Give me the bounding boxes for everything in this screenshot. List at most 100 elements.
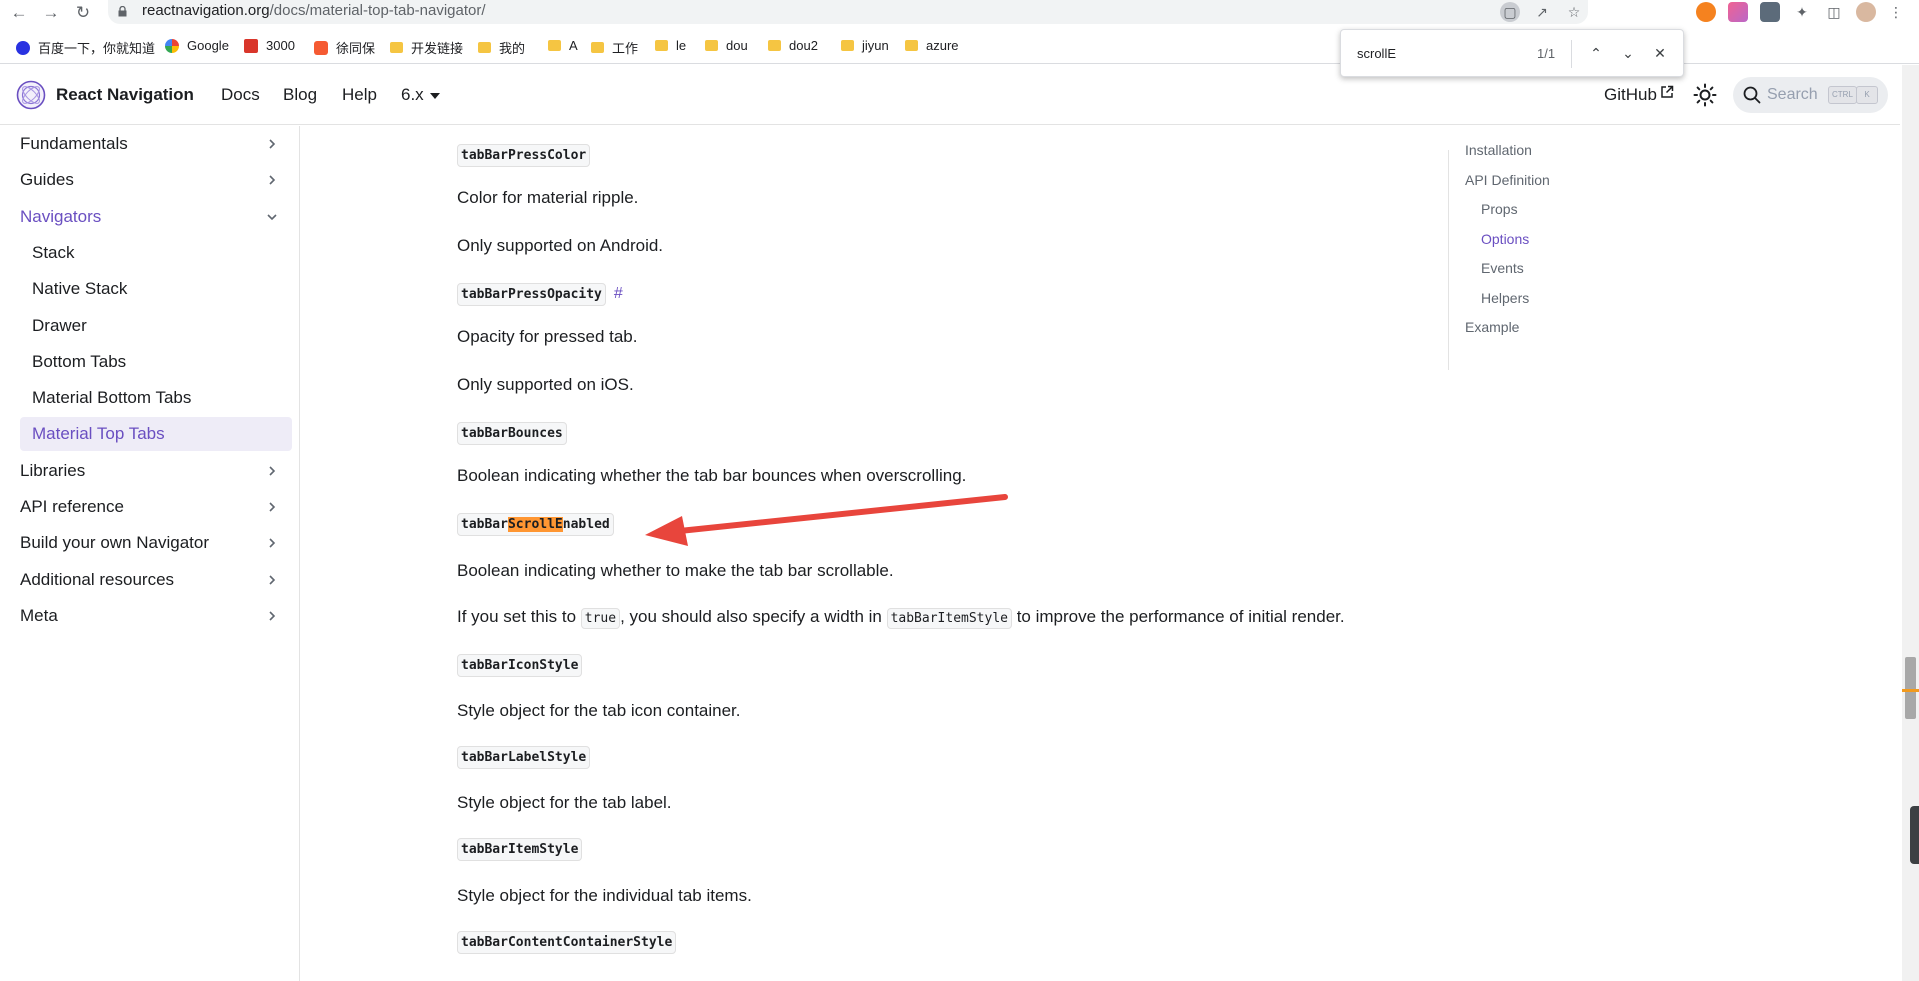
toc-item-options[interactable]: Options bbox=[1481, 231, 1529, 247]
sidebar-item-native-stack[interactable]: Native Stack bbox=[20, 272, 292, 306]
extensions-puzzle-icon[interactable]: ✦ bbox=[1792, 2, 1812, 22]
github-link[interactable]: GitHub bbox=[1604, 85, 1674, 105]
sidebar-item-bottom-tabs[interactable]: Bottom Tabs bbox=[20, 345, 292, 379]
bookmark-label: 百度一下，你就知道 bbox=[38, 41, 156, 56]
sidebar-item-label: Native Stack bbox=[32, 279, 128, 299]
extension-pink-icon[interactable] bbox=[1728, 2, 1748, 22]
sidebar-item-additional-resources[interactable]: Additional resources bbox=[8, 563, 292, 597]
bookmark-item[interactable]: Google bbox=[165, 38, 229, 53]
sidebar-item-label: Fundamentals bbox=[20, 134, 128, 153]
anchor-hash-link[interactable]: # bbox=[614, 285, 623, 302]
bookmark-item[interactable]: 开发链接 bbox=[390, 38, 463, 57]
paragraph: Only supported on Android. bbox=[457, 236, 664, 255]
bookmark-item[interactable]: 徐同保 bbox=[314, 38, 375, 57]
paragraph: Only supported on iOS. bbox=[457, 375, 634, 394]
search-button[interactable]: Search CTRL K bbox=[1733, 77, 1888, 113]
site-title[interactable]: React Navigation bbox=[56, 85, 194, 105]
paragraph: Style object for the tab label. bbox=[457, 793, 672, 812]
paragraph: If you set this to true, you should also… bbox=[457, 607, 1345, 629]
react-navigation-logo-icon[interactable] bbox=[16, 80, 46, 110]
bookmark-item[interactable]: 3000 bbox=[244, 38, 295, 53]
caret-down-icon bbox=[429, 92, 440, 99]
toc-item-props[interactable]: Props bbox=[1481, 201, 1518, 217]
option-heading: tabBarLabelStyle bbox=[457, 746, 591, 769]
find-close-icon[interactable]: ✕ bbox=[1649, 42, 1671, 64]
search-placeholder: Search bbox=[1767, 86, 1818, 103]
docs-sidebar: Fundamentals Guides Navigators Stack Native … bbox=[0, 126, 300, 981]
version-dropdown[interactable]: 6.x bbox=[401, 85, 440, 105]
extension-orange-icon[interactable] bbox=[1696, 2, 1716, 22]
extension-gray-icon[interactable] bbox=[1760, 2, 1780, 22]
code-tabbarscrollenabled: tabBarScrollEnabled bbox=[457, 513, 614, 536]
paragraph: Style object for the tab icon container. bbox=[457, 701, 741, 720]
sidebar-item-label: Navigators bbox=[20, 206, 102, 226]
sidebar-item-libraries[interactable]: Libraries bbox=[8, 454, 292, 488]
side-panel-icon[interactable]: ◫ bbox=[1824, 2, 1844, 22]
paragraph: Boolean indicating whether to make the t… bbox=[457, 561, 894, 580]
sun-theme-toggle-icon[interactable] bbox=[1693, 83, 1717, 107]
sidebar-item-label: Additional resources bbox=[20, 569, 175, 589]
bookmark-item[interactable]: 百度一下，你就知道 bbox=[16, 38, 155, 57]
bookmark-item[interactable]: 工作 bbox=[591, 38, 638, 57]
bookmark-item[interactable]: A bbox=[548, 38, 578, 53]
toc-item-helpers[interactable]: Helpers bbox=[1481, 290, 1529, 306]
sidebar-item-fundamentals[interactable]: Fundamentals bbox=[8, 127, 292, 161]
sidebar-item-meta[interactable]: Meta bbox=[8, 599, 292, 633]
code-true: true bbox=[580, 608, 621, 629]
folder-icon bbox=[591, 42, 604, 53]
scrollbar-thumb[interactable] bbox=[1905, 657, 1916, 719]
nav-help-link[interactable]: Help bbox=[342, 85, 377, 105]
bookmark-item[interactable]: 我的 bbox=[478, 38, 525, 57]
browser-menu-icon[interactable]: ⋮ bbox=[1886, 2, 1906, 22]
forward-arrow-icon[interactable]: → bbox=[40, 2, 62, 24]
bookmark-star-icon[interactable]: ☆ bbox=[1564, 2, 1584, 22]
toc-item-api-definition[interactable]: API Definition bbox=[1465, 172, 1550, 188]
find-input[interactable]: scrollE bbox=[1357, 46, 1396, 61]
bookmark-label: le bbox=[676, 38, 687, 53]
paragraph: Boolean indicating whether the tab bar b… bbox=[457, 466, 967, 485]
bookmark-label: 3000 bbox=[266, 38, 295, 53]
option-heading: tabBarPressOpacity # bbox=[457, 283, 623, 306]
toc-item-events[interactable]: Events bbox=[1481, 260, 1524, 276]
sidebar-item-label: Guides bbox=[20, 170, 74, 190]
sidebar-item-material-bottom-tabs[interactable]: Material Bottom Tabs bbox=[20, 381, 292, 415]
sidebar-item-stack[interactable]: Stack bbox=[20, 236, 292, 270]
toc-item-installation[interactable]: Installation bbox=[1465, 142, 1532, 158]
search-icon bbox=[1743, 86, 1761, 104]
find-next-icon[interactable]: ⌄ bbox=[1617, 42, 1639, 64]
google-g-icon bbox=[165, 38, 179, 53]
bookmark-item[interactable]: le bbox=[655, 38, 686, 53]
chevron-right-icon bbox=[269, 611, 276, 621]
chevron-down-icon bbox=[267, 214, 277, 220]
sidebar-item-label: API reference bbox=[20, 497, 124, 516]
sidebar-item-material-top-tabs[interactable]: Material Top Tabs bbox=[20, 417, 292, 452]
back-arrow-icon[interactable]: ← bbox=[8, 2, 30, 24]
share-icon[interactable]: ↗ bbox=[1532, 2, 1552, 22]
bookmark-item[interactable]: jiyun bbox=[841, 38, 889, 53]
bookmark-item[interactable]: dou bbox=[705, 38, 748, 53]
sidebar-item-build-your-own-navigator[interactable]: Build your own Navigator bbox=[8, 526, 292, 560]
toc-item-example[interactable]: Example bbox=[1465, 319, 1519, 335]
sidebar-item-label: Stack bbox=[32, 242, 75, 262]
side-widget-tab[interactable] bbox=[1910, 806, 1919, 864]
kbd-k: K bbox=[1856, 86, 1878, 104]
sidebar-item-drawer[interactable]: Drawer bbox=[20, 309, 292, 343]
address-bar[interactable]: reactnavigation.org/docs/material-top-ta… bbox=[108, 0, 1588, 24]
nav-blog-link[interactable]: Blog bbox=[283, 85, 317, 105]
red-app-icon bbox=[244, 38, 258, 53]
reload-icon[interactable]: ↻ bbox=[72, 2, 94, 24]
bookmark-item[interactable]: azure bbox=[905, 38, 959, 53]
sidebar-item-api-reference[interactable]: API reference bbox=[8, 490, 292, 524]
profile-avatar[interactable] bbox=[1856, 2, 1876, 22]
code-tabbarpresscolor: tabBarPressColor bbox=[457, 144, 591, 167]
github-label: GitHub bbox=[1604, 85, 1657, 104]
find-in-page-icon[interactable]: ▢ bbox=[1500, 2, 1520, 22]
find-match-count: 1/1 bbox=[1537, 46, 1556, 61]
bookmark-label: 我的 bbox=[499, 41, 526, 56]
sidebar-item-guides[interactable]: Guides bbox=[8, 163, 292, 197]
sidebar-item-navigators[interactable]: Navigators bbox=[8, 200, 292, 234]
find-previous-icon[interactable]: ⌃ bbox=[1585, 42, 1607, 64]
nav-docs-link[interactable]: Docs bbox=[221, 85, 260, 105]
bookmark-item[interactable]: dou2 bbox=[768, 38, 818, 53]
baidu-paw-icon bbox=[16, 40, 30, 55]
